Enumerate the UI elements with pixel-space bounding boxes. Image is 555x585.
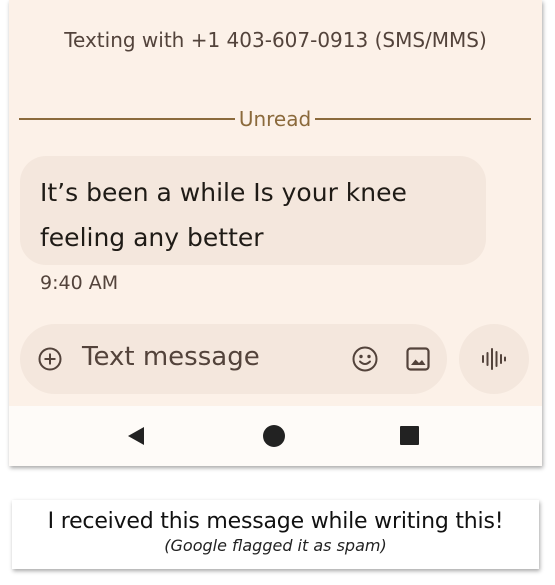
caption-main-text: I received this message while writing th… <box>47 509 504 534</box>
unread-divider: Unread <box>19 105 532 133</box>
emoji-icon[interactable] <box>351 345 379 373</box>
voice-waveform-icon <box>482 348 506 370</box>
gallery-icon[interactable] <box>404 345 432 373</box>
phone-screen: Texting with +1 403-607-0913 (SMS/MMS) U… <box>9 0 542 466</box>
add-circle-icon[interactable] <box>38 347 62 371</box>
recents-square-icon[interactable] <box>400 426 419 445</box>
conversation-header: Texting with +1 403-607-0913 (SMS/MMS) <box>64 28 487 52</box>
navigation-bar <box>9 406 542 466</box>
message-timestamp: 9:40 AM <box>40 272 119 294</box>
home-circle-icon[interactable] <box>263 425 285 447</box>
back-triangle-icon[interactable] <box>126 426 146 446</box>
caption-box: I received this message while writing th… <box>12 500 539 569</box>
voice-message-button[interactable] <box>459 324 529 394</box>
caption-sub-text: (Google flagged it as spam) <box>164 536 387 555</box>
divider-line-right <box>315 118 532 120</box>
message-text-line-2: feeling any better <box>40 223 264 252</box>
compose-box[interactable]: Text message <box>20 324 447 394</box>
unread-label: Unread <box>238 107 312 131</box>
divider-line-left <box>19 118 235 120</box>
message-text-line-1: It’s been a while Is your knee <box>40 178 407 207</box>
incoming-message-bubble[interactable]: It’s been a while Is your knee feeling a… <box>20 156 486 265</box>
text-message-input[interactable]: Text message <box>82 342 260 372</box>
